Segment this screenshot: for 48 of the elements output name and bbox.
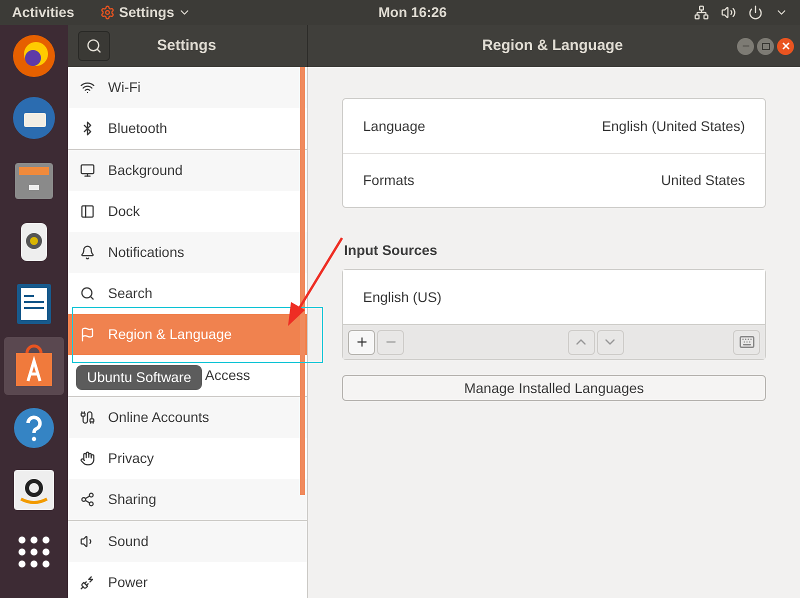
row-value: United States [660, 171, 745, 190]
clock[interactable]: Mon 16:26 [378, 2, 447, 23]
add-button[interactable] [348, 330, 375, 354]
power-plug-icon [80, 575, 95, 590]
help-icon [11, 405, 57, 451]
sidebar-title: Settings [157, 36, 216, 56]
keyboard-icon [738, 334, 754, 350]
search-icon [80, 286, 95, 301]
search-icon [86, 38, 102, 54]
window-title: Region & Language [482, 36, 623, 56]
dock-item[interactable] [4, 337, 64, 395]
wifi-icon [80, 80, 95, 95]
flag-icon [80, 327, 95, 342]
network-icon[interactable] [694, 5, 709, 20]
sidebar-item[interactable]: Notifications [68, 232, 307, 273]
settings-row[interactable]: Formats United States [343, 153, 765, 207]
sidebar-item[interactable]: Sound [68, 521, 307, 562]
section-heading: Input Sources [344, 241, 438, 260]
row-label: Formats [363, 171, 414, 190]
close-button[interactable] [777, 38, 794, 54]
sidebar-item[interactable]: Sharing [68, 479, 307, 520]
volume-icon[interactable] [721, 5, 736, 20]
plug-icon [80, 410, 95, 425]
power-icon[interactable] [748, 5, 763, 20]
list-item[interactable]: English (US) [343, 270, 765, 324]
row-value: English (United States) [602, 116, 745, 136]
sidebar-item[interactable]: Wi-Fi [68, 67, 307, 108]
manage-languages-button[interactable]: Manage Installed Languages [342, 375, 766, 401]
plus-icon [354, 335, 368, 349]
settings-row[interactable]: Language English (United States) [343, 99, 765, 153]
app-grid-icon [16, 534, 52, 570]
monitor-icon [80, 163, 95, 178]
keyboard-button[interactable] [733, 330, 760, 354]
minimize-button[interactable] [737, 38, 754, 54]
activities-button[interactable]: Activities [12, 2, 100, 23]
share-icon [80, 492, 95, 507]
search-button[interactable] [78, 31, 110, 61]
tooltip: Ubuntu Software [76, 365, 202, 390]
sidebar-item[interactable]: Online Accounts [68, 397, 307, 438]
bell-icon [80, 245, 95, 260]
dock-icon [80, 204, 95, 219]
sidebar-item[interactable]: Background [68, 150, 307, 191]
settings-icon [100, 5, 115, 20]
hand-icon [80, 451, 95, 466]
browser-icon [11, 33, 57, 79]
close-icon [782, 42, 790, 50]
app-menu[interactable]: Settings [100, 2, 192, 23]
row-label: Language [363, 116, 426, 136]
